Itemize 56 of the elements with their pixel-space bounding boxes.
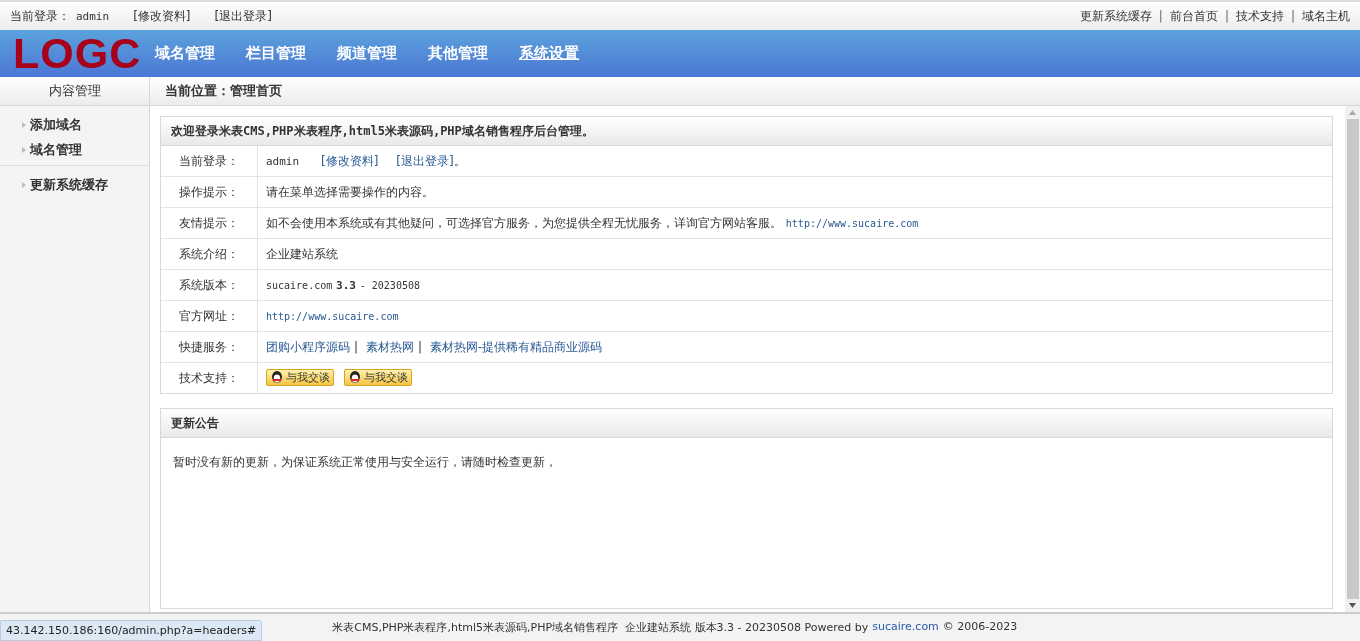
row-value: 企业建站系统 (266, 246, 338, 261)
url-link[interactable]: http://www.sucaire.com (266, 311, 399, 322)
status-url: 43.142.150.186:160/admin.php?a=headers# (0, 620, 263, 641)
top-link[interactable]: 域名主机 (1302, 7, 1350, 25)
row-value: 请在菜单选择需要操作的内容。 (266, 184, 434, 199)
triangle-icon (22, 147, 26, 153)
service-link[interactable]: 素材热网 (365, 339, 414, 354)
chat-button[interactable]: 与我交谈 (266, 368, 334, 386)
suffix: 。 (453, 153, 466, 168)
sidebar-item[interactable]: 域名管理 (30, 141, 82, 159)
footer-link[interactable]: sucaire.com (872, 620, 939, 635)
username: admin (266, 154, 300, 168)
separator: | (1158, 9, 1163, 23)
separator: | (354, 339, 359, 354)
separator: | (417, 339, 422, 354)
version-number: 3.3 (336, 279, 356, 292)
notice-text: 暂时没有新的更新，为保证系统正常使用与安全运行，请随时检查更新， (172, 454, 558, 471)
row-label: 快捷服务： (161, 331, 258, 363)
separator: | (1224, 9, 1229, 23)
version-date: - 20230508 (359, 280, 420, 291)
separator: | (1290, 9, 1295, 23)
top-link[interactable]: [修改资料] (133, 7, 191, 25)
top-link[interactable]: 前台首页 (1169, 7, 1218, 25)
link[interactable]: [修改资料] (320, 153, 379, 168)
chat-button[interactable]: 与我交谈 (344, 368, 412, 386)
sidebar-title: 内容管理 (0, 77, 149, 106)
row-label: 系统版本： (161, 269, 258, 301)
row-label: 友情提示： (161, 207, 258, 239)
sidebar-item[interactable]: 添加域名 (30, 116, 82, 134)
row-label: 系统介绍： (161, 238, 258, 270)
link[interactable]: [退出登录] (396, 153, 454, 168)
top-link[interactable]: 技术支持 (1235, 7, 1284, 25)
username: admin (76, 9, 110, 23)
scroll-up-icon[interactable] (1349, 110, 1356, 115)
url-link[interactable]: http://www.sucaire.com (785, 217, 919, 229)
row-value: 如不会使用本系统或有其他疑问，可选择官方服务，为您提供全程无忧服务，详询官方网站客服。 (266, 215, 782, 230)
penguin-icon (348, 370, 362, 385)
copyright: © 2006-2023 (942, 620, 1018, 635)
top-link[interactable]: 更新系统缓存 (1079, 7, 1152, 25)
penguin-icon (270, 370, 284, 385)
service-link[interactable]: 团购小程序源码 (266, 339, 350, 354)
login-label: 当前登录： (10, 7, 70, 25)
logo: LOGC (13, 30, 142, 77)
sidebar-item[interactable]: 更新系统缓存 (30, 176, 108, 194)
top-link[interactable]: [退出登录] (214, 7, 272, 25)
scrollbar[interactable] (1345, 106, 1360, 612)
row-label: 操作提示： (161, 176, 258, 208)
triangle-icon (22, 122, 26, 128)
scroll-down-icon[interactable] (1349, 603, 1356, 608)
footer-text: 米表CMS,PHP米表程序,html5米表源码,PHP域名销售程序 企业建站系统 版本3.3 - 20230508 Powered by (332, 620, 869, 635)
row-label: 官方网址： (161, 300, 258, 332)
row-label: 当前登录： (161, 146, 258, 177)
row-label: 技术支持： (161, 362, 258, 393)
service-link[interactable]: 素材热网-提供稀有精品商业源码 (429, 339, 603, 354)
product-name: sucaire.com (266, 280, 333, 291)
triangle-icon (22, 182, 26, 188)
